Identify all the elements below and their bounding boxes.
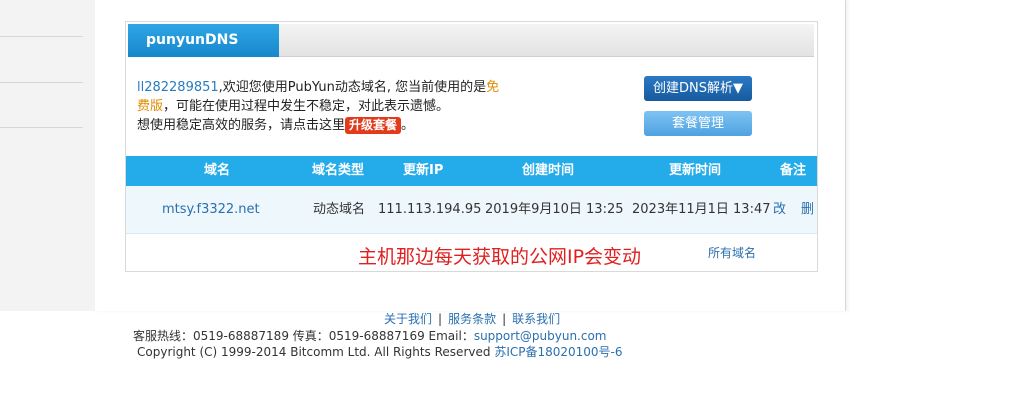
sidebar-divider [0,36,83,37]
plan-name-part1: 免 [486,80,500,95]
domain-link[interactable]: mtsy.f3322.net [162,186,260,233]
welcome-text: ,欢迎您使用PubYun动态域名, 您当前使用的是 [218,80,487,95]
footer-links: 关于我们 | 服务条款 | 联系我们 [384,311,560,327]
footer-copyright: Copyright (C) 1999-2014 Bitcomm Ltd. All… [137,344,623,360]
icp-link[interactable]: 苏ICP备18020100号-6 [494,345,622,359]
panel-title: punyunDNS [128,24,279,57]
update-ip: 111.113.194.95 [378,202,482,217]
upgrade-prompt-end: 。 [401,118,415,133]
col-header-type: 域名类型 [312,163,365,178]
plan-name-part2: 费版 [137,99,164,114]
dns-panel: punyunDNS ll282289851,欢迎您使用PubYun动态域名, 您… [125,21,818,272]
col-header-updated: 更新时间 [669,163,722,178]
delete-link[interactable]: 删 [801,186,814,233]
all-domains-link[interactable]: 所有域名 [708,244,756,261]
panel-header-bar: punyunDNS [128,24,814,57]
sidebar-divider [0,82,83,83]
about-link[interactable]: 关于我们 [384,312,432,326]
upgrade-plan-button[interactable]: 升级套餐 [345,117,402,134]
manage-plan-button[interactable]: 套餐管理 [644,111,752,136]
col-header-created: 创建时间 [522,163,575,178]
annotation-text: 主机那边每天获取的公网IP会变动 [358,246,642,268]
domain-type: 动态域名 [313,202,366,217]
footer-separator: | [438,312,443,326]
contact-link[interactable]: 联系我们 [512,312,560,326]
support-email-link[interactable]: support@pubyun.com [474,329,607,343]
col-header-ip: 更新IP [403,163,444,178]
create-dns-button[interactable]: 创建DNS解析▼ [644,76,752,101]
left-sidebar [0,0,96,311]
copyright-text: Copyright (C) 1999-2014 Bitcomm Ltd. All… [137,345,491,359]
service-line: 客服热线：0519-68887189 传真：0519-68887169 Emai… [133,329,474,343]
edit-link[interactable]: 改 [773,186,786,233]
col-header-notes: 备注 [780,163,807,178]
footer-separator: | [502,312,507,326]
col-header-domain: 域名 [204,163,231,178]
welcome-message: ll282289851,欢迎您使用PubYun动态域名, 您当前使用的是免 费版… [137,78,557,135]
updated-time: 2023年11月1日 13:47 [632,202,771,217]
upgrade-prompt: 想使用稳定高效的服务，请点击这里 [137,118,346,133]
sidebar-divider [0,127,83,128]
terms-link[interactable]: 服务条款 [448,312,496,326]
table-header: 域名 域名类型 更新IP 创建时间 更新时间 备注 [126,156,817,186]
table-row: mtsy.f3322.net 动态域名 111.113.194.95 2019年… [126,186,817,234]
welcome-text-2: ，可能在使用过程中发生不稳定，对此表示遗憾。 [163,99,450,114]
footer-contact: 客服热线：0519-68887189 传真：0519-68887169 Emai… [133,328,607,344]
created-time: 2019年9月10日 13:25 [485,202,624,217]
username: ll282289851 [137,80,219,95]
